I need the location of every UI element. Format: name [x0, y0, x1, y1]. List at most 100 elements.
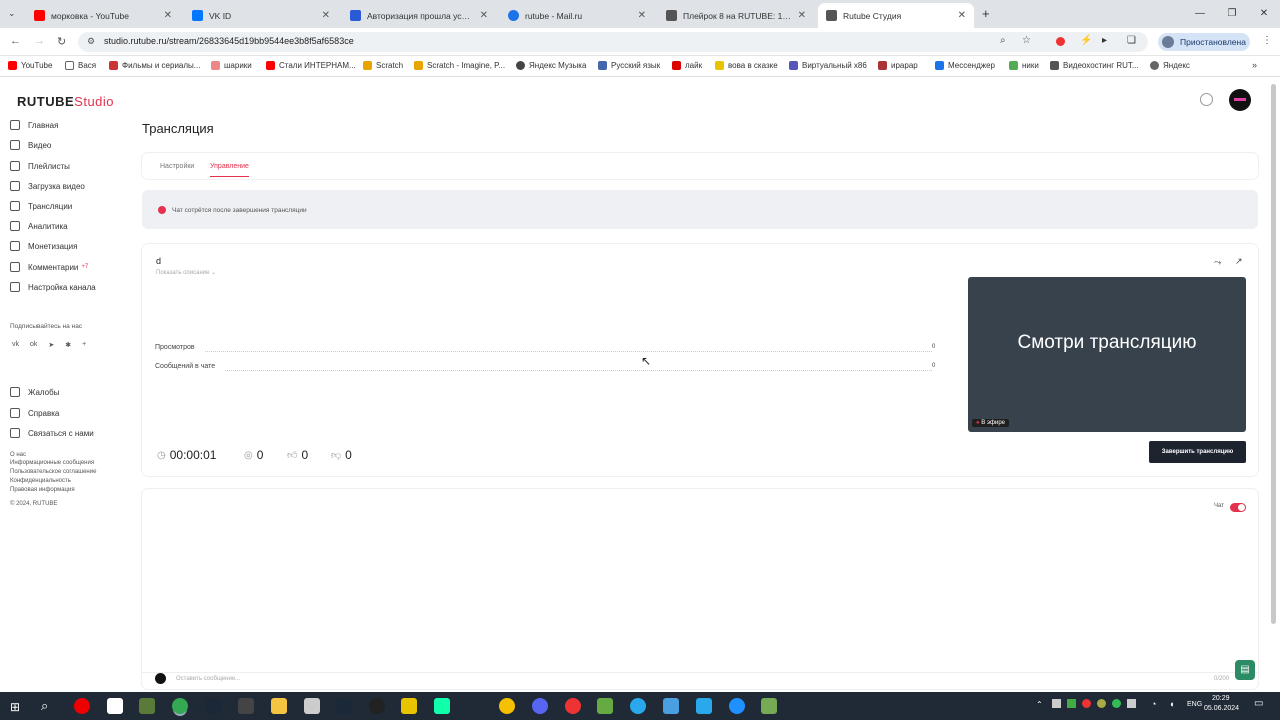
bookmark-item[interactable]: Русский язык: [598, 61, 660, 70]
app-icon[interactable]: [663, 698, 679, 714]
sidebar-item-video[interactable]: Видео: [10, 140, 51, 150]
tray-icon[interactable]: [1097, 699, 1106, 708]
scrollbar[interactable]: [1271, 84, 1276, 624]
site-info-icon[interactable]: ⚙: [87, 36, 95, 47]
footer-link[interactable]: Пользовательское соглашение: [10, 469, 96, 475]
tab-management[interactable]: Управление: [210, 163, 249, 177]
browser-tab[interactable]: морковка - YouTube ✕: [26, 3, 180, 28]
open-external-icon[interactable]: ↗: [1235, 256, 1243, 267]
app-icon[interactable]: [238, 698, 254, 714]
sidebar-item-home[interactable]: Главная: [10, 120, 58, 130]
bookmark-item[interactable]: ирарар: [878, 61, 918, 70]
close-tab-icon[interactable]: ✕: [638, 10, 646, 21]
reload-icon[interactable]: ↻: [57, 35, 66, 48]
profile-button[interactable]: Приостановлена: [1158, 33, 1250, 51]
bookmark-item[interactable]: Яндекс Музыка: [516, 61, 586, 70]
sidebar-item-analytics[interactable]: Аналитика: [10, 221, 68, 231]
maximize-icon[interactable]: ❐: [1216, 0, 1248, 28]
forward-icon[interactable]: →: [34, 35, 45, 47]
browser-tab[interactable]: Авторизация прошла успешно✕: [342, 3, 496, 28]
extension-icon[interactable]: [1056, 37, 1065, 46]
sidebar-item-channel-settings[interactable]: Настройка канала: [10, 282, 96, 292]
volume-icon[interactable]: ◖: [1169, 699, 1174, 709]
new-tab-icon[interactable]: +: [982, 6, 990, 21]
tab-settings[interactable]: Настройки: [160, 163, 194, 170]
browser-menu-icon[interactable]: ⋮: [1262, 35, 1272, 46]
zoom-icon[interactable]: ⌕: [1000, 35, 1006, 46]
browser-tab[interactable]: VK ID ✕: [184, 3, 338, 28]
back-icon[interactable]: ←: [10, 35, 21, 47]
bookmark-item[interactable]: Фильмы и сериалы...: [109, 61, 200, 70]
app-icon[interactable]: [729, 698, 745, 714]
address-bar[interactable]: ⚙ studio.rutube.ru/stream/26833645d19bb9…: [78, 32, 1148, 52]
tray-icon[interactable]: [1112, 699, 1121, 708]
bookmark-item[interactable]: YouTube: [8, 61, 52, 70]
extension-icon[interactable]: ⚡: [1080, 35, 1092, 46]
app-icon[interactable]: [761, 698, 777, 714]
vk-icon[interactable]: vk: [12, 341, 19, 349]
more-bookmarks-icon[interactable]: »: [1252, 60, 1257, 70]
footer-link[interactable]: Информационные сообщения: [10, 460, 94, 466]
footer-link[interactable]: О нас: [10, 452, 26, 458]
dzen-icon[interactable]: ✱: [65, 341, 71, 349]
bookmark-item[interactable]: лайк: [672, 61, 702, 70]
close-window-icon[interactable]: ✕: [1248, 0, 1280, 28]
close-tab-icon[interactable]: ✕: [958, 10, 966, 21]
browser-tab[interactable]: Плейрок 8 на RUTUBE: 101 вид✕: [658, 3, 814, 28]
steam-icon[interactable]: [336, 698, 352, 714]
show-description-link[interactable]: Показать описание ⌄: [156, 269, 216, 276]
bookmark-item[interactable]: Яндекс: [1150, 61, 1190, 70]
sidebar-item-complaints[interactable]: Жалобы: [10, 387, 59, 397]
sidebar-item-comments[interactable]: Комментарии +7: [10, 262, 88, 272]
bookmark-item[interactable]: вова в сказке: [715, 61, 778, 70]
close-tab-icon[interactable]: ✕: [164, 10, 172, 21]
browser-tab[interactable]: rutube - Mail.ru ✕: [500, 3, 654, 28]
sidebar-item-monetization[interactable]: Монетизация: [10, 241, 77, 251]
chat-widget-button[interactable]: ▤: [1235, 660, 1255, 680]
end-stream-button[interactable]: Завершить трансляцию: [1149, 441, 1246, 463]
app-icon[interactable]: [499, 698, 515, 714]
clock-date[interactable]: 05.06.2024: [1204, 705, 1239, 712]
search-icon[interactable]: ⌕: [41, 698, 48, 714]
user-avatar[interactable]: [1229, 89, 1251, 111]
windows-start-icon[interactable]: ⊞: [10, 700, 20, 714]
stream-preview[interactable]: Смотри трансляцию ● В эфире: [968, 277, 1246, 432]
notifications-center-icon[interactable]: ▭: [1254, 698, 1263, 709]
app-icon[interactable]: [304, 698, 320, 714]
opera-icon[interactable]: [74, 698, 90, 714]
tray-icon[interactable]: [1067, 699, 1076, 708]
app-icon[interactable]: [434, 698, 450, 714]
discord-icon[interactable]: [532, 698, 548, 714]
notifications-icon[interactable]: [1200, 93, 1213, 106]
telegram-icon[interactable]: [630, 698, 646, 714]
rutube-studio-logo[interactable]: RUTUBEStudio: [17, 94, 114, 109]
sidebar-item-upload[interactable]: Загрузка видео: [10, 181, 85, 191]
steam-icon[interactable]: [205, 698, 221, 714]
bookmark-item[interactable]: Scratch: [363, 61, 403, 70]
chat-toggle[interactable]: [1230, 503, 1246, 512]
sidebar-item-playlists[interactable]: Плейлисты: [10, 161, 70, 171]
app-icon[interactable]: [696, 698, 712, 714]
tab-search-icon[interactable]: ⌄: [8, 8, 16, 19]
close-tab-icon[interactable]: ✕: [798, 10, 806, 21]
tray-icon[interactable]: [1127, 699, 1136, 708]
bookmark-item[interactable]: Вася: [65, 61, 96, 70]
bookmark-star-icon[interactable]: ☆: [1022, 35, 1031, 46]
footer-link[interactable]: Правовая информация: [10, 487, 75, 493]
bookmark-item[interactable]: Мессенджер: [935, 61, 995, 70]
bookmark-item[interactable]: шарики: [211, 61, 252, 70]
bookmark-item[interactable]: Scratch - Imagine, P...: [414, 61, 505, 70]
app-icon[interactable]: [401, 698, 417, 714]
yandex-browser-icon[interactable]: [565, 698, 581, 714]
browser-tab-active[interactable]: Rutube Студия ✕: [818, 3, 974, 28]
bookmark-item[interactable]: ники: [1009, 61, 1039, 70]
more-social-icon[interactable]: +: [82, 341, 86, 349]
file-explorer-icon[interactable]: [271, 698, 287, 714]
chrome-icon[interactable]: [172, 698, 188, 714]
wifi-icon[interactable]: ◔: [1151, 699, 1156, 709]
bookmark-item[interactable]: Стали ИНТЕРНАМ...: [266, 61, 356, 70]
bookmark-item[interactable]: Видеохостинг RUT...: [1050, 61, 1139, 70]
close-tab-icon[interactable]: ✕: [480, 10, 488, 21]
extensions-puzzle-icon[interactable]: ❏: [1127, 35, 1136, 46]
footer-link[interactable]: Конфиденциальность: [10, 478, 71, 484]
